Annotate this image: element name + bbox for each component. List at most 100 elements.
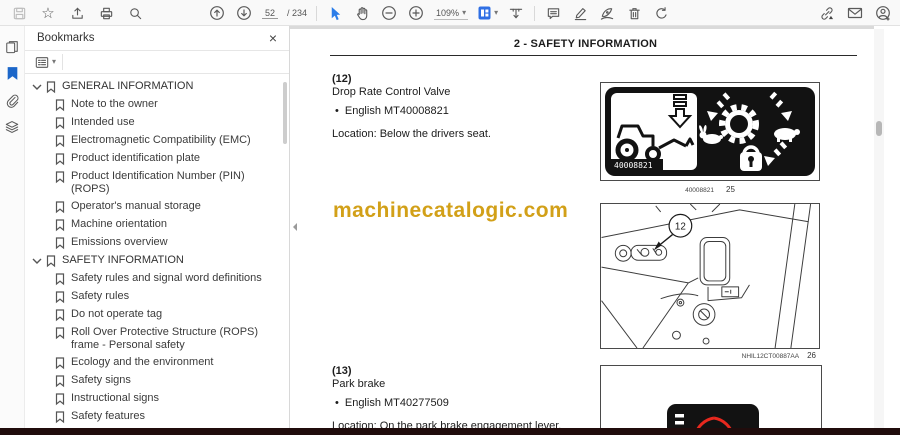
toolbar-divider bbox=[534, 5, 536, 21]
bookmark-label: Roll Over Protective Structure (ROPS) fr… bbox=[71, 326, 259, 351]
chevron-down-icon: ▾ bbox=[494, 8, 499, 17]
bookmark-icon bbox=[55, 153, 65, 165]
bookmark-label: Electromagnetic Compatibility (EMC) bbox=[71, 134, 251, 146]
bookmark-item[interactable]: Safety rules bbox=[25, 288, 289, 306]
rotate-button[interactable] bbox=[652, 3, 670, 23]
top-toolbar: ☆ 52 / 234 109% ▾ ▾ bbox=[0, 0, 900, 26]
chevron-down-icon: ▾ bbox=[462, 7, 467, 17]
bookmark-item[interactable]: Safety rules and signal word definitions bbox=[25, 270, 289, 288]
document-scrollbar-track[interactable] bbox=[874, 29, 884, 428]
bullet-icon: • bbox=[335, 397, 339, 409]
bookmark-category-safety-information[interactable]: SAFETY INFORMATION bbox=[25, 252, 289, 270]
bookmark-label: Machine orientation bbox=[71, 218, 168, 230]
bookmark-label: Product identification plate bbox=[71, 152, 201, 164]
upload-button[interactable] bbox=[68, 3, 86, 23]
bookmark-item[interactable]: Intended use bbox=[25, 114, 289, 132]
zoom-out-button[interactable] bbox=[380, 3, 398, 23]
toolbar-file-group: ☆ bbox=[10, 0, 144, 26]
figure-safety-decal: 40008821 bbox=[600, 82, 820, 181]
document-scrollbar-thumb[interactable] bbox=[876, 121, 882, 136]
bookmark-item[interactable]: Roll Over Protective Structure (ROPS) fr… bbox=[25, 324, 289, 354]
star-button[interactable]: ☆ bbox=[39, 3, 57, 23]
section-bullet-text: English MT40277509 bbox=[344, 397, 449, 409]
layers-panel-button[interactable] bbox=[3, 119, 21, 135]
bookmark-icon bbox=[55, 219, 65, 231]
close-icon[interactable]: × bbox=[269, 31, 277, 45]
zoom-in-button[interactable] bbox=[407, 3, 425, 23]
select-tool-button[interactable] bbox=[326, 3, 344, 23]
sidebar-scrollbar[interactable] bbox=[283, 82, 287, 144]
bookmark-label: Operator's manual storage bbox=[71, 200, 201, 212]
figure-caption: 40008821 25 bbox=[600, 185, 820, 194]
figure-location-drawing: 12 bbox=[600, 203, 820, 349]
zoom-level-dropdown[interactable]: 109% ▾ bbox=[434, 7, 469, 20]
search-button[interactable] bbox=[126, 3, 144, 23]
page-header: 2 - SAFETY INFORMATION bbox=[513, 38, 658, 50]
toolbar-divider bbox=[316, 5, 318, 21]
figure-caption-number: 25 bbox=[726, 185, 735, 194]
bookmark-item[interactable]: Electromagnetic Compatibility (EMC) bbox=[25, 132, 289, 150]
bookmarks-title: Bookmarks bbox=[37, 32, 95, 44]
account-button[interactable] bbox=[874, 3, 892, 23]
bookmark-item[interactable]: Instructional signs bbox=[25, 390, 289, 408]
comment-button[interactable] bbox=[544, 3, 562, 23]
delete-button[interactable] bbox=[625, 3, 643, 23]
bookmarks-toolbar: ▾ bbox=[25, 51, 289, 74]
previous-page-button[interactable] bbox=[208, 3, 226, 23]
bookmark-item[interactable]: Safety signs bbox=[25, 372, 289, 390]
watermark: machinecatalogic.com bbox=[333, 199, 569, 222]
navigation-rail bbox=[0, 26, 25, 435]
page-number-input[interactable]: 52 bbox=[262, 7, 278, 19]
bookmark-label: Emissions overview bbox=[71, 236, 168, 248]
bookmarks-header: Bookmarks × bbox=[25, 26, 289, 51]
bookmark-item[interactable]: Note to the owner bbox=[25, 96, 289, 114]
bookmark-icon bbox=[55, 99, 65, 111]
bookmark-category-general-information[interactable]: GENERAL INFORMATION bbox=[25, 78, 289, 96]
section-location: Location: Below the drivers seat. bbox=[332, 128, 491, 140]
thumbnails-panel-button[interactable] bbox=[3, 38, 21, 54]
bookmark-item[interactable]: Do not operate tag bbox=[25, 306, 289, 324]
chevron-down-icon bbox=[32, 258, 42, 264]
bookmark-item[interactable]: Emissions overview bbox=[25, 234, 289, 252]
bookmark-icon bbox=[46, 81, 56, 93]
bookmark-item[interactable]: Ecology and the environment bbox=[25, 354, 289, 372]
bookmark-icon bbox=[55, 411, 65, 423]
next-page-button[interactable] bbox=[235, 3, 253, 23]
bookmark-icon bbox=[55, 375, 65, 387]
email-button[interactable] bbox=[846, 3, 864, 23]
attachments-panel-button[interactable] bbox=[3, 92, 21, 108]
bookmark-item[interactable]: Safety features bbox=[25, 408, 289, 426]
star-icon: ☆ bbox=[41, 4, 55, 22]
toolbar-account-group bbox=[818, 0, 892, 26]
bookmark-item[interactable]: Machine orientation bbox=[25, 216, 289, 234]
figure-park-brake-decal: P bbox=[600, 365, 822, 435]
page-view-dropdown[interactable]: ▾ bbox=[477, 3, 498, 23]
signature-button[interactable] bbox=[598, 3, 616, 23]
bookmark-icon bbox=[55, 171, 65, 183]
bookmarks-panel-button[interactable] bbox=[3, 65, 21, 81]
bookmark-label: GENERAL INFORMATION bbox=[62, 80, 194, 92]
bullet-icon: • bbox=[335, 105, 339, 117]
hand-tool-button[interactable] bbox=[353, 3, 371, 23]
highlight-button[interactable] bbox=[571, 3, 589, 23]
bookmark-item[interactable]: Product Identification Number (PIN) (ROP… bbox=[25, 168, 289, 198]
section-number: (12) bbox=[332, 73, 352, 85]
bookmark-label: Intended use bbox=[71, 116, 135, 128]
pdf-viewer-window: ☆ 52 / 234 109% ▾ ▾ Bookmarks × ▾ GENERA… bbox=[0, 0, 900, 435]
bookmark-icon bbox=[55, 201, 65, 213]
header-rule bbox=[330, 55, 857, 56]
bookmark-label: Instructional signs bbox=[71, 392, 160, 404]
bookmarks-options-button[interactable]: ▾ bbox=[35, 54, 64, 70]
fit-width-button[interactable] bbox=[507, 3, 525, 23]
print-button[interactable] bbox=[97, 3, 115, 23]
bookmark-item[interactable]: Product identification plate bbox=[25, 150, 289, 168]
zoom-level-value: 109% bbox=[436, 7, 460, 18]
share-link-button[interactable] bbox=[818, 3, 836, 23]
section-12: (12) Drop Rate Control Valve • English M… bbox=[332, 73, 582, 141]
section-number: (13) bbox=[332, 365, 352, 377]
section-13: (13) Park brake • English MT40277509 Loc… bbox=[332, 365, 582, 433]
section-bullet-text: English MT40008821 bbox=[344, 105, 449, 117]
save-button[interactable] bbox=[10, 3, 28, 23]
bookmark-label: Safety features bbox=[71, 410, 145, 422]
bookmark-item[interactable]: Operator's manual storage bbox=[25, 198, 289, 216]
